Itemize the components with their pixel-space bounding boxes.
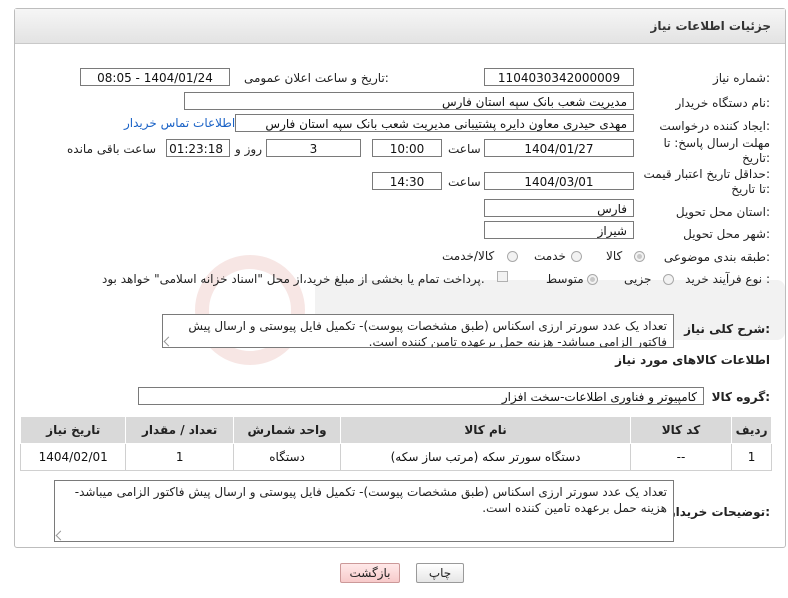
deadline-label-2: تاریخ: [742, 151, 770, 165]
creator-field: مهدی حیدری معاون دایره پشتیبانی مدیریت ش… [235, 114, 634, 132]
cell-qty: 1 [125, 443, 234, 471]
city-label: شهر محل تحویل: [683, 227, 770, 241]
price-validity-label-1: حداقل تاریخ اعتبار قیمت: [643, 167, 770, 181]
summary-textarea[interactable]: تعداد یک عدد سورتر ارزی اسکناس (طبق مشخص… [162, 314, 674, 348]
items-table: ردیف کد کالا نام کالا واحد شمارش تعداد /… [19, 416, 772, 471]
cell-name: دستگاه سورتر سکه (مرتب ساز سکه) [340, 443, 631, 471]
province-field: فارس [484, 199, 634, 217]
price-validity-label-2: تا تاریخ: [731, 182, 770, 196]
goods-group-field: کامپیوتر و فناوری اطلاعات-سخت افزار [138, 387, 704, 405]
col-row-header: ردیف [731, 416, 772, 444]
cell-row: 1 [731, 443, 772, 471]
need-number-label: شماره نیاز: [712, 71, 770, 85]
buyer-contact-link[interactable]: اطلاعات تماس خریدار [124, 116, 235, 130]
category-radio-goods[interactable] [634, 251, 645, 262]
buyer-notes-label: توضیحات خریدار: [668, 505, 770, 519]
process-type-label: نوع فرآیند خرید : [685, 272, 770, 286]
city-field: شیراز [484, 221, 634, 239]
days-label: روز و [235, 142, 262, 156]
summary-label: شرح کلی نیاز: [684, 322, 770, 336]
process-option-minor: جزیی [624, 272, 652, 286]
category-radio-service[interactable] [571, 251, 582, 262]
creator-label: ایجاد کننده درخواست: [659, 119, 770, 133]
resize-handle-icon[interactable] [55, 530, 66, 541]
panel-header: جزئیات اطلاعات نیاز [15, 9, 785, 44]
category-option-service: خدمت [534, 249, 566, 263]
category-label: طبقه بندی موضوعی: [663, 250, 770, 264]
price-time-label: ساعت [448, 175, 481, 189]
cell-date: 1404/02/01 [19, 443, 127, 471]
category-option-goods-service: کالا/خدمت [442, 249, 495, 263]
cell-unit: دستگاه [232, 443, 342, 471]
days-field: 3 [266, 139, 361, 157]
panel-title: جزئیات اطلاعات نیاز [650, 19, 771, 33]
goods-section-title: اطلاعات کالاهای مورد نیاز [615, 353, 770, 367]
announce-label: تاریخ و ساعت اعلان عمومی: [244, 71, 389, 85]
category-option-goods: کالا [606, 249, 623, 263]
goods-group-label: گروه کالا: [711, 390, 770, 404]
category-radio-goods-service[interactable] [507, 251, 518, 262]
back-button[interactable]: بازگشت [340, 563, 400, 583]
process-radio-minor[interactable] [663, 274, 674, 285]
col-code-header: کد کالا [629, 416, 733, 444]
process-radio-medium[interactable] [587, 274, 598, 285]
announce-field: 1404/01/24 - 08:05 [80, 68, 230, 86]
process-option-medium: متوسط [546, 272, 584, 286]
price-time-field: 14:30 [372, 172, 442, 190]
price-date-field: 1404/03/01 [484, 172, 634, 190]
buyer-notes-text: تعداد یک عدد سورتر ارزی اسکناس (طبق مشخص… [74, 485, 667, 515]
need-number-field: 1104030342000009 [484, 68, 634, 86]
col-name-header: نام کالا [340, 416, 631, 444]
deadline-time-label: ساعت [448, 142, 481, 156]
deadline-label-1: مهلت ارسال پاسخ: تا [663, 136, 770, 150]
print-button[interactable]: چاپ [416, 563, 464, 583]
table-row: 1 -- دستگاه سورتر سکه (مرتب ساز سکه) دست… [19, 443, 772, 471]
summary-text: تعداد یک عدد سورتر ارزی اسکناس (طبق مشخص… [188, 319, 667, 348]
buyer-notes-textarea[interactable]: تعداد یک عدد سورتر ارزی اسکناس (طبق مشخص… [54, 480, 674, 542]
treasury-payment-note: پرداخت تمام یا بخشی از مبلغ خرید،از محل … [102, 272, 485, 286]
buyer-org-label: نام دستگاه خریدار: [675, 96, 771, 110]
remaining-time-field: 01:23:18 [166, 139, 230, 157]
province-label: استان محل تحویل: [675, 205, 770, 219]
resize-handle-icon[interactable] [163, 336, 174, 347]
buyer-org-field: مدیریت شعب بانک سپه استان فارس [184, 92, 634, 110]
col-qty-header: تعداد / مقدار [125, 416, 234, 444]
deadline-time-field: 10:00 [372, 139, 442, 157]
cell-code: -- [629, 443, 733, 471]
deadline-date-field: 1404/01/27 [484, 139, 634, 157]
col-date-header: تاریخ نیاز [19, 416, 127, 444]
items-table-header: ردیف کد کالا نام کالا واحد شمارش تعداد /… [19, 416, 772, 444]
col-unit-header: واحد شمارش [232, 416, 342, 444]
treasury-payment-checkbox[interactable] [497, 271, 508, 282]
remaining-label: ساعت باقی مانده [67, 142, 157, 156]
